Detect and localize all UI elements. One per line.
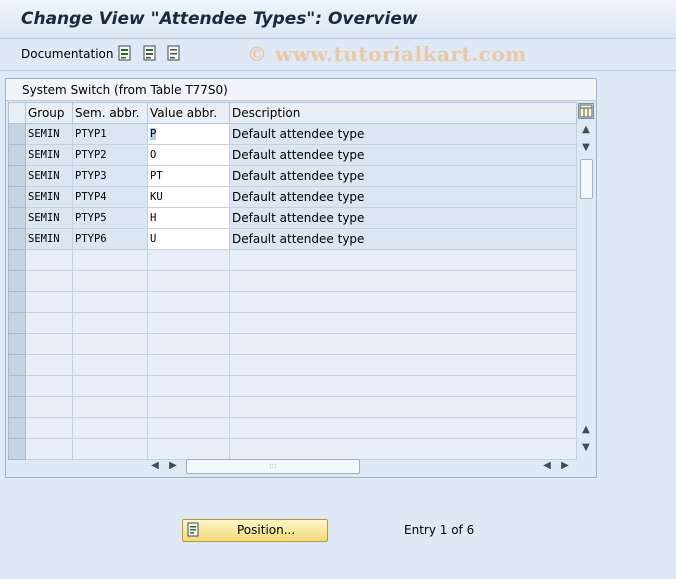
table-row: SEMIN PTYP2 O Default attendee type — [8, 144, 577, 166]
sem-abbr-cell: PTYP4 — [72, 186, 148, 208]
row-selector[interactable] — [8, 144, 26, 166]
page-left-icon[interactable]: ◀ — [540, 459, 554, 473]
group-cell: SEMIN — [25, 165, 73, 187]
row-selector[interactable] — [8, 291, 26, 313]
empty-table-row — [8, 417, 577, 439]
sem-abbr-cell: PTYP5 — [72, 207, 148, 229]
column-header-group[interactable]: Group — [25, 102, 73, 124]
application-toolbar: Documentation © www.tutorialkart.com — [0, 39, 676, 71]
row-selector[interactable] — [8, 165, 26, 187]
empty-table-row — [8, 438, 577, 460]
group-cell: SEMIN — [25, 207, 73, 229]
description-cell: Default attendee type — [229, 165, 577, 187]
row-selector[interactable] — [8, 249, 26, 271]
description-cell: Default attendee type — [229, 228, 577, 250]
table-control-panel: System Switch (from Table T77S0) Group S… — [5, 78, 597, 478]
column-header-value-abbr[interactable]: Value abbr. — [147, 102, 230, 124]
scroll-right-icon[interactable]: ▶ — [558, 459, 572, 473]
empty-table-row — [8, 312, 577, 334]
row-selector[interactable] — [8, 417, 26, 439]
description-cell: Default attendee type — [229, 207, 577, 229]
page-right-icon[interactable]: ▶ — [166, 459, 180, 473]
row-selector[interactable] — [8, 186, 26, 208]
row-selector[interactable] — [8, 207, 26, 229]
scroll-left-icon[interactable]: ◀ — [148, 459, 162, 473]
scroll-down-icon[interactable]: ▼ — [578, 441, 594, 455]
documentation-button[interactable]: Documentation — [21, 47, 114, 61]
entry-counter: Entry 1 of 6 — [404, 523, 475, 537]
description-cell: Default attendee type — [229, 123, 577, 145]
empty-table-row — [8, 354, 577, 376]
empty-table-row — [8, 291, 577, 313]
empty-table-row — [8, 270, 577, 292]
description-cell: Default attendee type — [229, 144, 577, 166]
row-selector[interactable] — [8, 228, 26, 250]
empty-table-row — [8, 249, 577, 271]
row-selector[interactable] — [8, 354, 26, 376]
group-cell: SEMIN — [25, 144, 73, 166]
empty-table-row — [8, 375, 577, 397]
table-header-row: Group Sem. abbr. Value abbr. Description — [8, 102, 577, 124]
sem-abbr-cell: PTYP1 — [72, 123, 148, 145]
horizontal-scroll-thumb[interactable]: ::: — [186, 459, 360, 474]
value-abbr-text: P — [150, 128, 157, 140]
row-selector[interactable] — [8, 123, 26, 145]
table-row: SEMIN PTYP1 P Default attendee type — [8, 123, 577, 145]
select-all-icon[interactable] — [118, 45, 132, 61]
empty-table-row — [8, 396, 577, 418]
title-bar: Change View "Attendee Types": Overview — [0, 0, 676, 39]
panel-title-bar: System Switch (from Table T77S0) — [6, 79, 596, 101]
column-header-sem-abbr[interactable]: Sem. abbr. — [72, 102, 148, 124]
group-cell: SEMIN — [25, 228, 73, 250]
sem-abbr-cell: PTYP6 — [72, 228, 148, 250]
row-selector[interactable] — [8, 396, 26, 418]
group-cell: SEMIN — [25, 186, 73, 208]
group-cell: SEMIN — [25, 123, 73, 145]
select-all-rows-cell[interactable] — [8, 102, 26, 124]
position-button-label: Position... — [237, 523, 296, 537]
select-block-icon[interactable] — [143, 45, 157, 61]
row-selector[interactable] — [8, 270, 26, 292]
value-abbr-input[interactable]: U — [147, 228, 230, 250]
sem-abbr-cell: PTYP2 — [72, 144, 148, 166]
panel-title: System Switch (from Table T77S0) — [22, 83, 228, 97]
data-table: Group Sem. abbr. Value abbr. Description… — [8, 102, 577, 460]
page-up-icon[interactable]: ▼ — [578, 141, 594, 155]
row-selector[interactable] — [8, 312, 26, 334]
value-abbr-input[interactable]: KU — [147, 186, 230, 208]
column-header-description[interactable]: Description — [229, 102, 577, 124]
column-settings-icon[interactable] — [578, 103, 594, 119]
watermark: © www.tutorialkart.com — [247, 42, 527, 66]
sem-abbr-cell: PTYP3 — [72, 165, 148, 187]
value-abbr-input[interactable]: H — [147, 207, 230, 229]
description-cell: Default attendee type — [229, 186, 577, 208]
table-row: SEMIN PTYP6 U Default attendee type — [8, 228, 577, 250]
position-button[interactable]: Position... — [182, 519, 328, 542]
empty-table-row — [8, 333, 577, 355]
horizontal-scrollbar[interactable]: ◀ ▶ ::: ◀ ▶ — [148, 459, 578, 474]
vertical-scrollbar[interactable]: ▲ ▼ ▲ ▼ — [578, 121, 594, 456]
deselect-all-icon[interactable] — [167, 45, 181, 61]
row-selector[interactable] — [8, 375, 26, 397]
value-abbr-input[interactable]: PT — [147, 165, 230, 187]
page-down-icon[interactable]: ▲ — [578, 423, 594, 437]
scroll-up-icon[interactable]: ▲ — [578, 123, 594, 137]
value-abbr-input[interactable]: O — [147, 144, 230, 166]
row-selector[interactable] — [8, 438, 26, 460]
table-row: SEMIN PTYP3 PT Default attendee type — [8, 165, 577, 187]
table-row: SEMIN PTYP5 H Default attendee type — [8, 207, 577, 229]
value-abbr-input[interactable]: P — [147, 123, 230, 145]
table-row: SEMIN PTYP4 KU Default attendee type — [8, 186, 577, 208]
page-title: Change View "Attendee Types": Overview — [21, 9, 418, 29]
vertical-scroll-thumb[interactable] — [580, 159, 593, 199]
row-selector[interactable] — [8, 333, 26, 355]
position-icon — [187, 522, 199, 537]
